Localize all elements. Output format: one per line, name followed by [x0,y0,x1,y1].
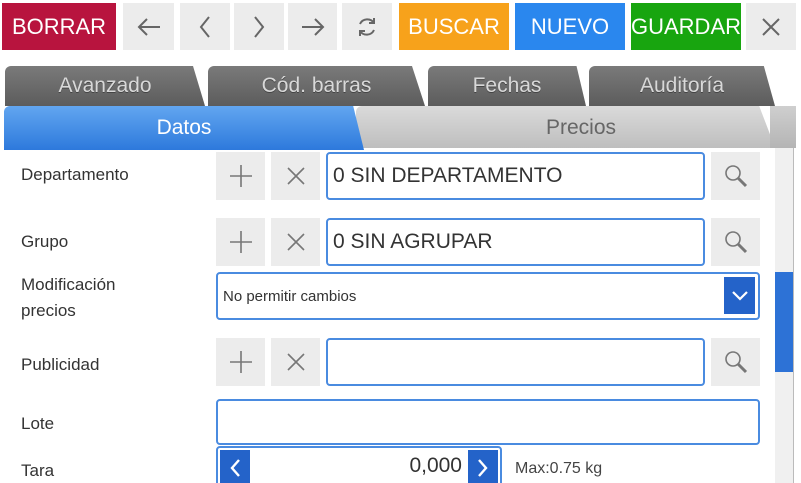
magnifier-icon [724,351,747,374]
tab-fechas-label: Fechas [472,74,542,97]
tab-auditoria-label: Auditoría [639,74,725,97]
new-button[interactable]: NUEVO [515,3,625,50]
lote-field[interactable] [216,399,760,445]
tab-bar: Avanzado Cód. barras Fechas Auditoría Pr… [0,56,801,152]
tara-stepper[interactable]: 0,000 [216,446,502,483]
grupo-value: 0 SIN AGRUPAR [333,230,493,253]
chevron-right-icon [254,15,265,38]
save-button[interactable]: GUARDAR [631,3,741,50]
publicidad-field[interactable] [326,338,705,386]
tara-label: Tara [21,461,55,480]
departamento-field[interactable]: 0 SIN DEPARTAMENTO [326,152,705,200]
datos-form: Departamento 0 SIN DEPARTAMENTO Grupo 0 … [0,148,801,483]
departamento-clear-button[interactable] [271,152,320,200]
grupo-label: Grupo [21,232,69,251]
tab-avanzado[interactable]: Avanzado [5,66,205,106]
tab-avanzado-label: Avanzado [58,74,152,97]
x-icon [286,167,305,185]
plus-icon [229,165,252,187]
tara-max-text: Max:0.75 kg [515,460,603,477]
new-button-label: NUEVO [530,13,610,39]
departamento-add-button[interactable] [216,152,265,200]
departamento-label: Departamento [21,165,129,184]
lote-label: Lote [21,414,55,433]
toolbar: BORRAR BUSCAR NUEVO GUARDAR [0,0,801,56]
close-button[interactable] [746,3,796,50]
chevron-right-icon [478,459,488,477]
tara-increment-button[interactable] [468,450,498,483]
grupo-field[interactable]: 0 SIN AGRUPAR [326,218,705,266]
publicidad-add-button[interactable] [216,338,265,386]
grupo-clear-button[interactable] [271,218,320,266]
departamento-value: 0 SIN DEPARTAMENTO [333,164,563,187]
delete-button-label: BORRAR [11,13,107,39]
modificacion-precios-value: No permitir cambios [223,287,357,305]
tara-value: 0,000 [409,454,462,477]
refresh-icon [359,17,375,36]
modificacion-precios-label-2: precios [21,301,76,320]
tab-datos-label: Datos [156,116,212,139]
previous-button[interactable] [180,3,230,50]
grupo-add-button[interactable] [216,218,265,266]
departamento-search-button[interactable] [711,152,760,200]
publicidad-label: Publicidad [21,355,100,374]
tab-datos[interactable]: Datos [4,106,364,150]
right-edge [793,148,801,483]
tab-auditoria[interactable]: Auditoría [589,66,775,106]
refresh-button[interactable] [342,3,392,50]
search-button[interactable]: BUSCAR [399,3,509,50]
plus-icon [229,351,252,373]
x-icon [286,353,305,371]
close-icon [762,17,780,36]
tab-cod-barras[interactable]: Cód. barras [208,66,425,106]
modificacion-precios-label-1: Modificación [21,275,116,294]
arrow-right-icon [301,17,324,36]
plus-icon [229,231,252,253]
tab-bar-end [770,106,796,150]
chevron-left-icon [230,459,240,477]
tab-fechas[interactable]: Fechas [428,66,586,106]
publicidad-clear-button[interactable] [271,338,320,386]
tara-decrement-button[interactable] [220,450,250,483]
magnifier-icon [724,165,747,188]
back-button[interactable] [123,3,174,50]
tab-precios-label: Precios [545,116,617,139]
forward-button[interactable] [288,3,337,50]
tab-cod-barras-label: Cód. barras [261,74,372,97]
publicidad-search-button[interactable] [711,338,760,386]
tab-precios[interactable]: Precios [356,106,776,150]
dropdown-toggle[interactable] [724,277,755,314]
x-icon [286,233,305,251]
grupo-search-button[interactable] [711,218,760,266]
magnifier-icon [724,231,747,254]
scrollbar-thumb[interactable] [775,272,793,372]
search-button-label: BUSCAR [408,13,500,39]
next-button[interactable] [234,3,284,50]
chevron-down-icon [731,290,748,301]
save-button-label: GUARDAR [631,13,742,39]
arrow-left-icon [137,17,160,36]
modificacion-precios-select[interactable]: No permitir cambios [216,272,760,320]
chevron-left-icon [199,15,210,38]
delete-button[interactable]: BORRAR [2,3,116,50]
